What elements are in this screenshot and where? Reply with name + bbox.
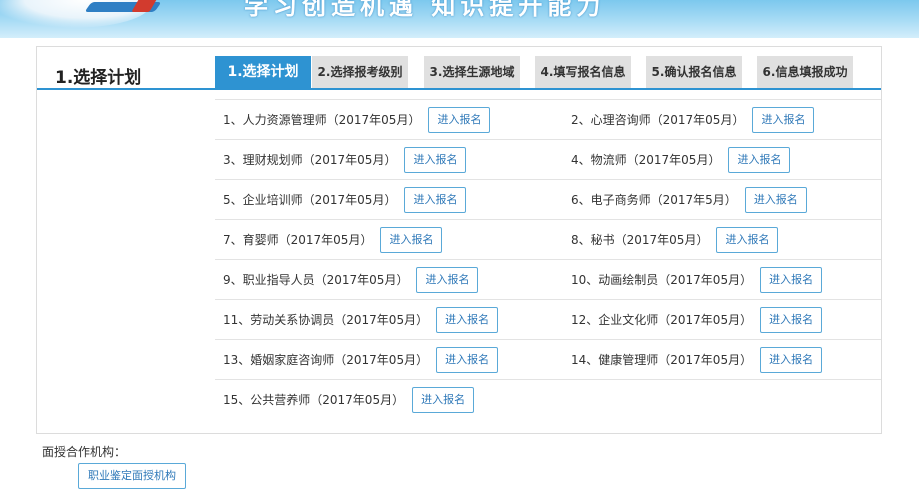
enroll-button[interactable]: 进入报名 (412, 386, 475, 413)
plan-item: 9、职业指导人员（2017年05月） 进入报名 (223, 260, 479, 299)
plan-item: 2、心理咨询师（2017年05月） 进入报名 (571, 100, 815, 139)
plan-row: 1、人力资源管理师（2017年05月） 进入报名 2、心理咨询师（2017年05… (215, 99, 881, 139)
enroll-button[interactable]: 进入报名 (728, 146, 791, 173)
plan-item: 15、公共营养师（2017年05月） 进入报名 (223, 380, 475, 419)
tab-select-level[interactable]: 2.选择报考级别 (312, 56, 408, 88)
plan-name: 2、心理咨询师（2017年05月） (571, 113, 745, 127)
enroll-button[interactable]: 进入报名 (760, 346, 823, 373)
plan-item: 13、婚姻家庭咨询师（2017年05月） 进入报名 (223, 340, 499, 379)
plan-item: 5、企业培训师（2017年05月） 进入报名 (223, 180, 467, 219)
enroll-button[interactable]: 进入报名 (760, 306, 823, 333)
header-banner: 学习创造机遇 知识提升能力 (0, 0, 919, 38)
plan-name: 6、电子商务师（2017年5月） (571, 193, 737, 207)
banner-slogan: 学习创造机遇 知识提升能力 (244, 0, 606, 20)
plan-name: 3、理财规划师（2017年05月） (223, 153, 397, 167)
enroll-button[interactable]: 进入报名 (404, 146, 467, 173)
tab-success[interactable]: 6.信息填报成功 (757, 56, 853, 88)
enroll-button[interactable]: 进入报名 (380, 226, 443, 253)
plan-item: 7、育婴师（2017年05月） 进入报名 (223, 220, 443, 259)
plan-item: 1、人力资源管理师（2017年05月） 进入报名 (223, 100, 491, 139)
plan-name: 4、物流师（2017年05月） (571, 153, 721, 167)
enroll-button[interactable]: 进入报名 (760, 266, 823, 293)
plan-row: 9、职业指导人员（2017年05月） 进入报名 10、动画绘制员（2017年05… (215, 259, 881, 299)
plan-row: 3、理财规划师（2017年05月） 进入报名 4、物流师（2017年05月） 进… (215, 139, 881, 179)
enroll-button[interactable]: 进入报名 (744, 186, 807, 213)
tab-select-region[interactable]: 3.选择生源地域 (424, 56, 520, 88)
enrollment-panel: 1.选择计划 1.选择计划 2.选择报考级别 3.选择生源地域 4.填写报名信息… (36, 46, 882, 434)
plan-row: 15、公共营养师（2017年05月） 进入报名 (215, 379, 881, 419)
partner-agency-button[interactable]: 职业鉴定面授机构 (78, 463, 186, 489)
plan-name: 1、人力资源管理师（2017年05月） (223, 113, 421, 127)
plan-item: 3、理财规划师（2017年05月） 进入报名 (223, 140, 467, 179)
plan-item: 6、电子商务师（2017年5月） 进入报名 (571, 180, 807, 219)
plan-item: 8、秘书（2017年05月） 进入报名 (571, 220, 779, 259)
enroll-button[interactable]: 进入报名 (752, 106, 815, 133)
plan-name: 7、育婴师（2017年05月） (223, 233, 373, 247)
plan-row: 11、劳动关系协调员（2017年05月） 进入报名 12、企业文化师（2017年… (215, 299, 881, 339)
enroll-button[interactable]: 进入报名 (716, 226, 779, 253)
tab-select-plan[interactable]: 1.选择计划 (215, 56, 311, 88)
plan-name: 11、劳动关系协调员（2017年05月） (223, 313, 429, 327)
plan-name: 12、企业文化师（2017年05月） (571, 313, 753, 327)
plan-item: 12、企业文化师（2017年05月） 进入报名 (571, 300, 823, 339)
plan-name: 10、动画绘制员（2017年05月） (571, 273, 753, 287)
plan-item: 10、动画绘制员（2017年05月） 进入报名 (571, 260, 823, 299)
enroll-button[interactable]: 进入报名 (436, 346, 499, 373)
tab-fill-info[interactable]: 4.填写报名信息 (535, 56, 631, 88)
plan-name: 8、秘书（2017年05月） (571, 233, 709, 247)
enroll-button[interactable]: 进入报名 (416, 266, 479, 293)
partner-label: 面授合作机构： (42, 445, 127, 459)
plan-row: 7、育婴师（2017年05月） 进入报名 8、秘书（2017年05月） 进入报名 (215, 219, 881, 259)
plan-row: 5、企业培训师（2017年05月） 进入报名 6、电子商务师（2017年5月） … (215, 179, 881, 219)
plan-name: 5、企业培训师（2017年05月） (223, 193, 397, 207)
plan-item: 14、健康管理师（2017年05月） 进入报名 (571, 340, 823, 379)
plan-name: 14、健康管理师（2017年05月） (571, 353, 753, 367)
plan-name: 9、职业指导人员（2017年05月） (223, 273, 409, 287)
plan-name: 15、公共营养师（2017年05月） (223, 393, 405, 407)
tab-confirm-info[interactable]: 5.确认报名信息 (646, 56, 742, 88)
plan-name: 13、婚姻家庭咨询师（2017年05月） (223, 353, 429, 367)
enroll-button[interactable]: 进入报名 (436, 306, 499, 333)
plan-row: 13、婚姻家庭咨询师（2017年05月） 进入报名 14、健康管理师（2017年… (215, 339, 881, 379)
enroll-button[interactable]: 进入报名 (404, 186, 467, 213)
panel-title: 1.选择计划 (55, 68, 142, 88)
plan-item: 4、物流师（2017年05月） 进入报名 (571, 140, 791, 179)
enroll-button[interactable]: 进入报名 (428, 106, 491, 133)
tab-underline (37, 88, 881, 90)
plan-item: 11、劳动关系协调员（2017年05月） 进入报名 (223, 300, 499, 339)
